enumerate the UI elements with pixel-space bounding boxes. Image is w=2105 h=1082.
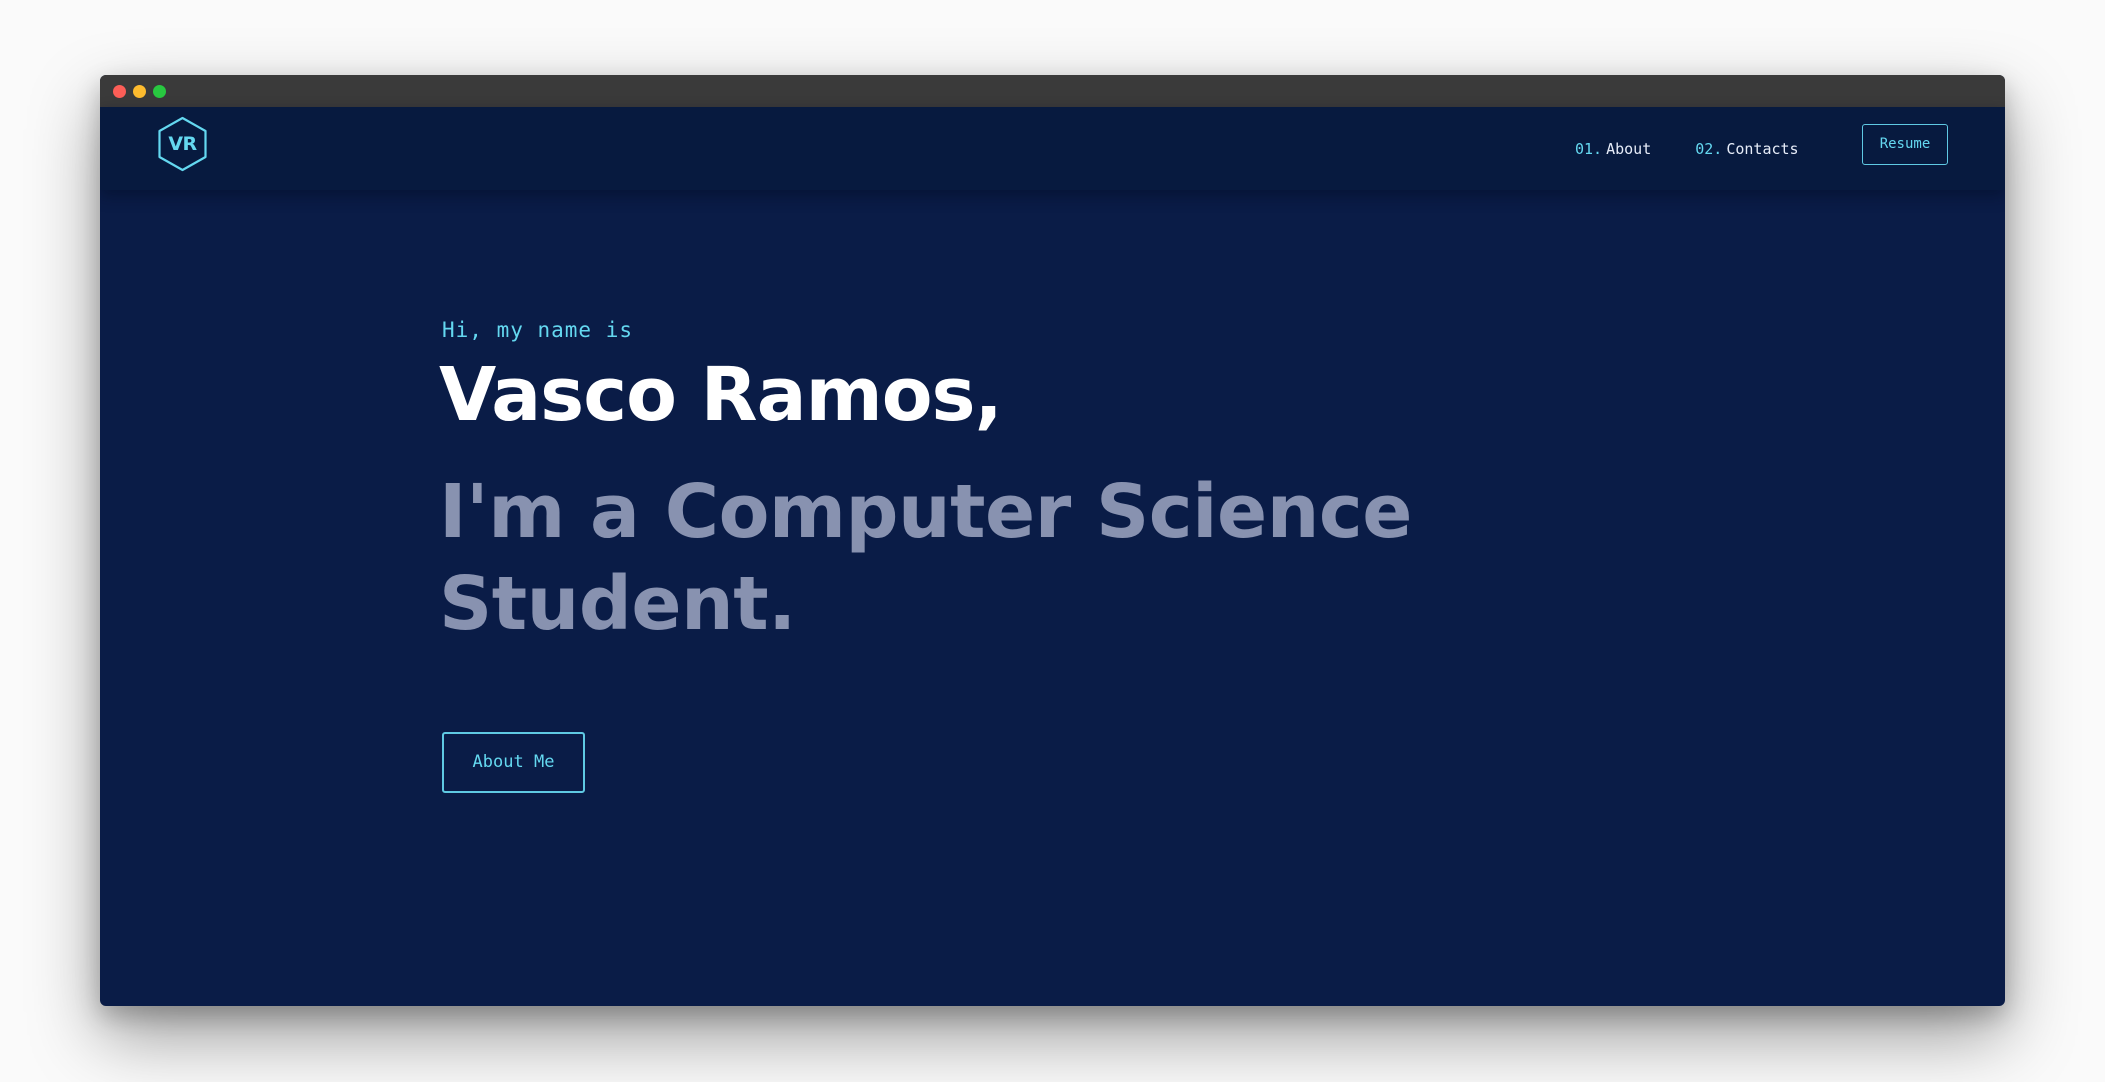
minimize-window-button[interactable] (133, 85, 146, 98)
nav-link-contacts[interactable]: 02. Contacts (1695, 140, 1798, 158)
nav-link-about[interactable]: 01. About (1575, 140, 1651, 158)
browser-window: VR 01. About 02. Contacts Resume Hi, my na… (100, 75, 2005, 1006)
hero-subtitle: I'm a Computer Science Student. (439, 466, 1439, 650)
site-navbar: VR 01. About 02. Contacts Resume (100, 107, 2005, 190)
nav-links: 01. About 02. Contacts (1575, 107, 1799, 190)
maximize-window-button[interactable] (153, 85, 166, 98)
resume-button[interactable]: Resume (1862, 124, 1948, 165)
nav-link-number: 02. (1695, 139, 1723, 158)
window-titlebar (100, 75, 2005, 107)
logo-text: VR (168, 133, 197, 155)
about-me-button[interactable]: About Me (442, 732, 585, 793)
hero-name: Vasco Ramos, (439, 352, 1003, 438)
nav-link-label: Contacts (1726, 139, 1799, 158)
hero-subtitle-line-1: I'm a Computer Science (439, 469, 1412, 555)
hero-subtitle-line-2: Student. (439, 561, 796, 647)
nav-link-label: About (1606, 139, 1652, 158)
nav-link-number: 01. (1575, 139, 1603, 158)
close-window-button[interactable] (113, 85, 126, 98)
logo-link[interactable]: VR (157, 116, 208, 172)
hero-greeting: Hi, my name is (442, 318, 634, 342)
